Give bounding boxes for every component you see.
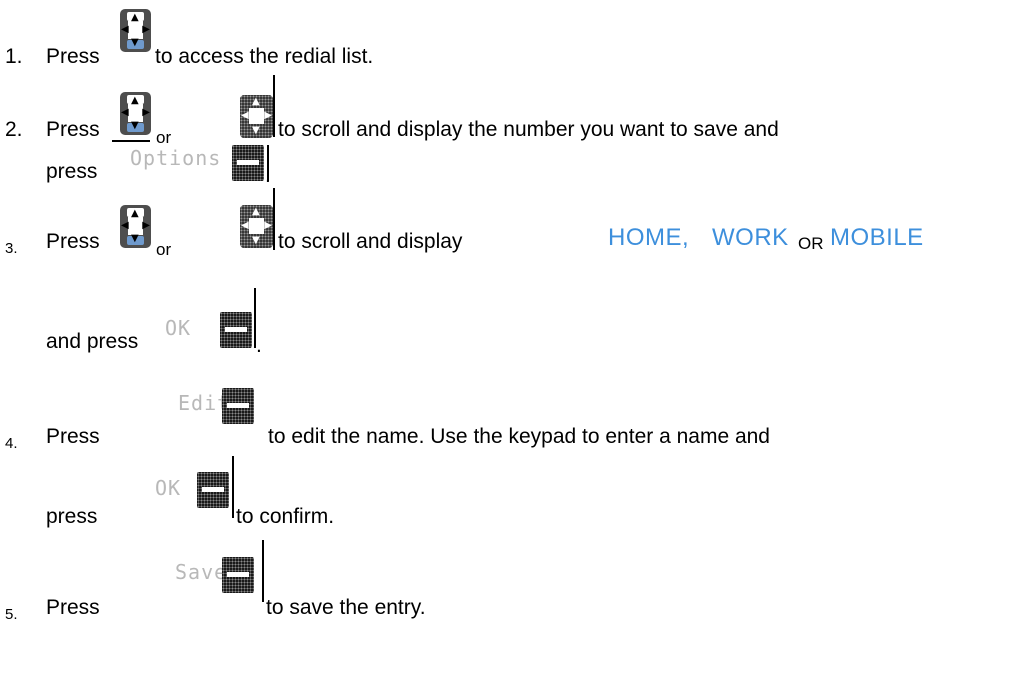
- option-mobile: MOBILE: [830, 224, 924, 251]
- soft-key-icon: [222, 388, 254, 424]
- text-cursor-bar: [232, 456, 234, 518]
- press-text: press: [46, 160, 98, 183]
- text-cursor-bar: [273, 188, 275, 250]
- underline-mark: [112, 140, 150, 142]
- and-press-text: and press: [46, 330, 139, 353]
- press-text: Press: [46, 596, 100, 619]
- navigation-key-icon: ▲ ◀ ▶ ▼: [120, 92, 151, 135]
- step-number: 2.: [5, 118, 23, 141]
- instruction-text: to save the entry.: [266, 596, 426, 619]
- navigation-key-dotted-icon: ▲ ◀ ▶ ▼: [240, 95, 273, 138]
- instruction-text: to scroll and display: [278, 230, 463, 253]
- instruction-text: to access the redial list.: [155, 45, 374, 68]
- text-cursor-bar: [273, 75, 275, 137]
- step-number: 4.: [5, 435, 18, 452]
- option-work: WORK: [712, 224, 789, 251]
- or-text: or: [156, 240, 172, 259]
- step-number: 1.: [5, 45, 23, 68]
- navigation-key-icon: ▲ ◀ ▶ ▼: [120, 205, 151, 248]
- options-softkey-label: Options: [130, 146, 222, 170]
- option-home: HOME,: [608, 224, 690, 251]
- period-text: .: [256, 334, 262, 357]
- instruction-text: to edit the name. Use the keypad to ente…: [268, 425, 770, 448]
- save-softkey-label: Save: [175, 560, 228, 584]
- instruction-text: to confirm.: [236, 505, 335, 528]
- instruction-text: to scroll and display the number you wan…: [278, 118, 779, 141]
- navigation-key-dotted-icon: ▲ ◀ ▶ ▼: [240, 205, 273, 248]
- press-text: Press: [46, 425, 100, 448]
- soft-key-icon: [197, 472, 229, 508]
- ok-softkey-label: OK: [155, 476, 182, 500]
- press-text: Press: [46, 118, 100, 141]
- or-caps-text: OR: [798, 234, 824, 253]
- ok-softkey-label: OK: [165, 316, 192, 340]
- step-number: 3.: [5, 240, 18, 257]
- text-cursor-bar: [267, 145, 269, 181]
- navigation-key-icon: ▲ ◀ ▶ ▼: [120, 9, 151, 52]
- soft-key-icon: [232, 145, 264, 181]
- soft-key-icon: [220, 312, 252, 348]
- press-text: press: [46, 505, 98, 528]
- step-number: 5.: [5, 606, 18, 623]
- press-text: Press: [46, 45, 100, 68]
- press-text: Press: [46, 230, 100, 253]
- soft-key-icon: [222, 557, 254, 593]
- text-cursor-bar: [262, 540, 264, 602]
